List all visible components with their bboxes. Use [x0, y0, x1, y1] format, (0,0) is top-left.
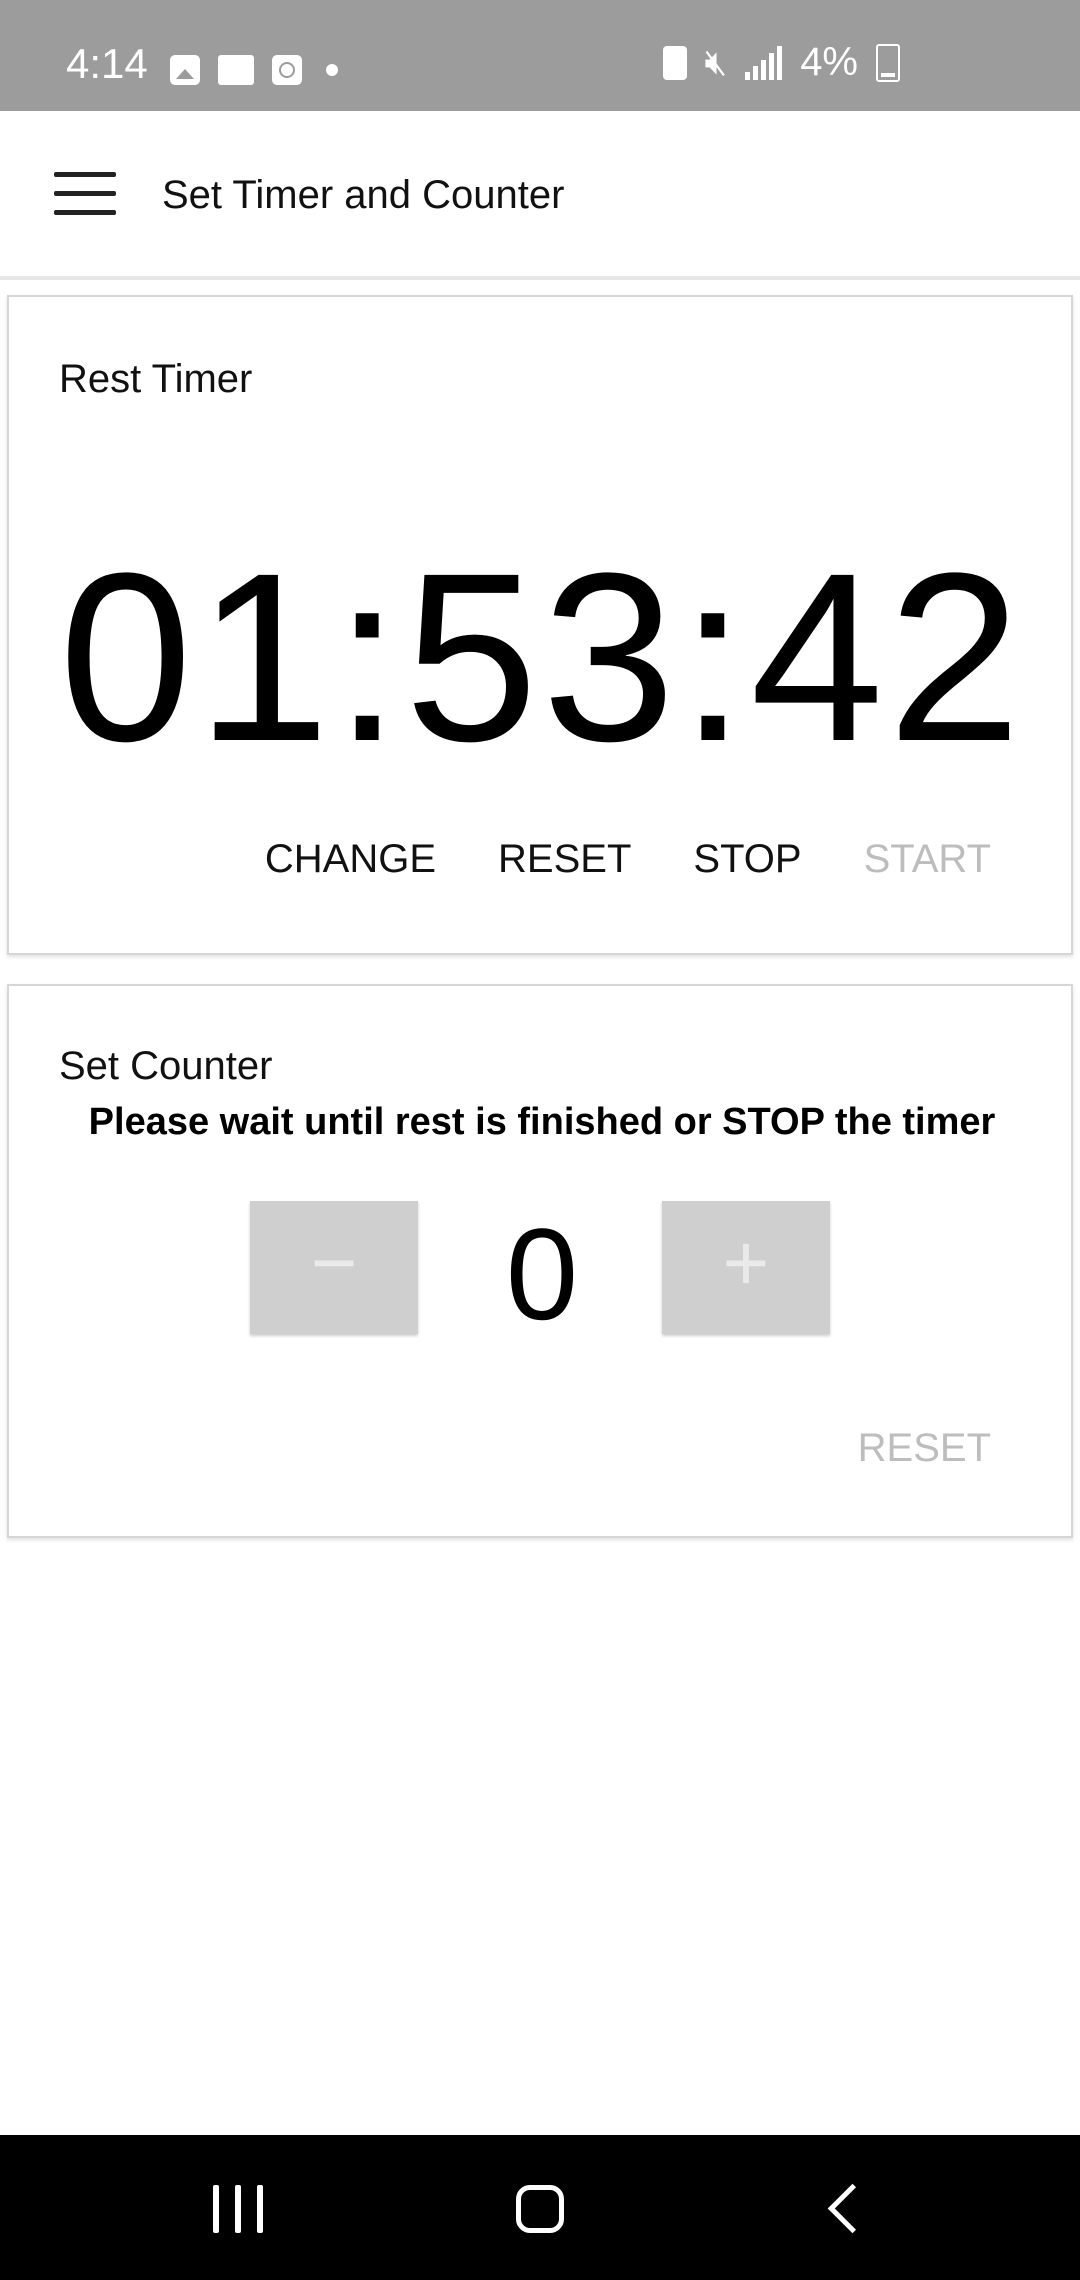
- recent-apps-icon[interactable]: [213, 2185, 263, 2233]
- status-bar: 4:14 🔇︎ 4%: [0, 0, 1080, 111]
- device-icon: [218, 55, 254, 85]
- counter-reset-button[interactable]: RESET: [858, 1426, 991, 1471]
- dot-icon: [326, 64, 338, 76]
- recycle-icon: [662, 45, 687, 80]
- image-icon: [170, 55, 200, 85]
- back-icon[interactable]: [827, 2183, 878, 2234]
- change-button[interactable]: CHANGE: [265, 837, 436, 882]
- clock-icon: [272, 55, 302, 85]
- stop-button[interactable]: STOP: [693, 837, 801, 882]
- decrement-button[interactable]: −: [250, 1201, 418, 1334]
- plus-icon: +: [722, 1218, 770, 1307]
- increment-button[interactable]: +: [662, 1201, 830, 1334]
- timer-actions: CHANGE RESET STOP START: [265, 837, 991, 882]
- home-icon[interactable]: [516, 2185, 564, 2233]
- battery-icon: [876, 43, 900, 82]
- battery-percentage: 4%: [800, 40, 858, 84]
- start-button[interactable]: START: [864, 837, 991, 882]
- timer-reset-button[interactable]: RESET: [498, 837, 631, 882]
- system-nav-bar: [0, 2135, 1080, 2280]
- set-counter-title: Set Counter: [59, 1044, 273, 1088]
- rest-timer-title: Rest Timer: [59, 357, 253, 401]
- timer-display: 01:53:42: [58, 523, 1026, 791]
- set-counter-card: Set Counter Please wait until rest is fi…: [7, 984, 1073, 1538]
- counter-actions: RESET: [858, 1426, 991, 1471]
- status-system-icons: 🔇︎ 4%: [662, 40, 900, 85]
- counter-controls: − 0 +: [9, 1201, 1075, 1347]
- hamburger-menu-icon[interactable]: [54, 172, 116, 216]
- counter-value: 0: [505, 1201, 579, 1347]
- minus-icon: −: [310, 1218, 358, 1307]
- mute-icon: 🔇︎: [704, 41, 728, 82]
- counter-message: Please wait until rest is finished or ST…: [88, 1101, 996, 1143]
- status-time: 4:14: [66, 40, 148, 87]
- rest-timer-card: Rest Timer 01:53:42 CHANGE RESET STOP ST…: [7, 295, 1073, 955]
- page-title: Set Timer and Counter: [162, 173, 565, 217]
- status-notification-icons: [170, 50, 338, 90]
- signal-icon: [745, 45, 783, 80]
- app-bar: Set Timer and Counter: [0, 111, 1080, 280]
